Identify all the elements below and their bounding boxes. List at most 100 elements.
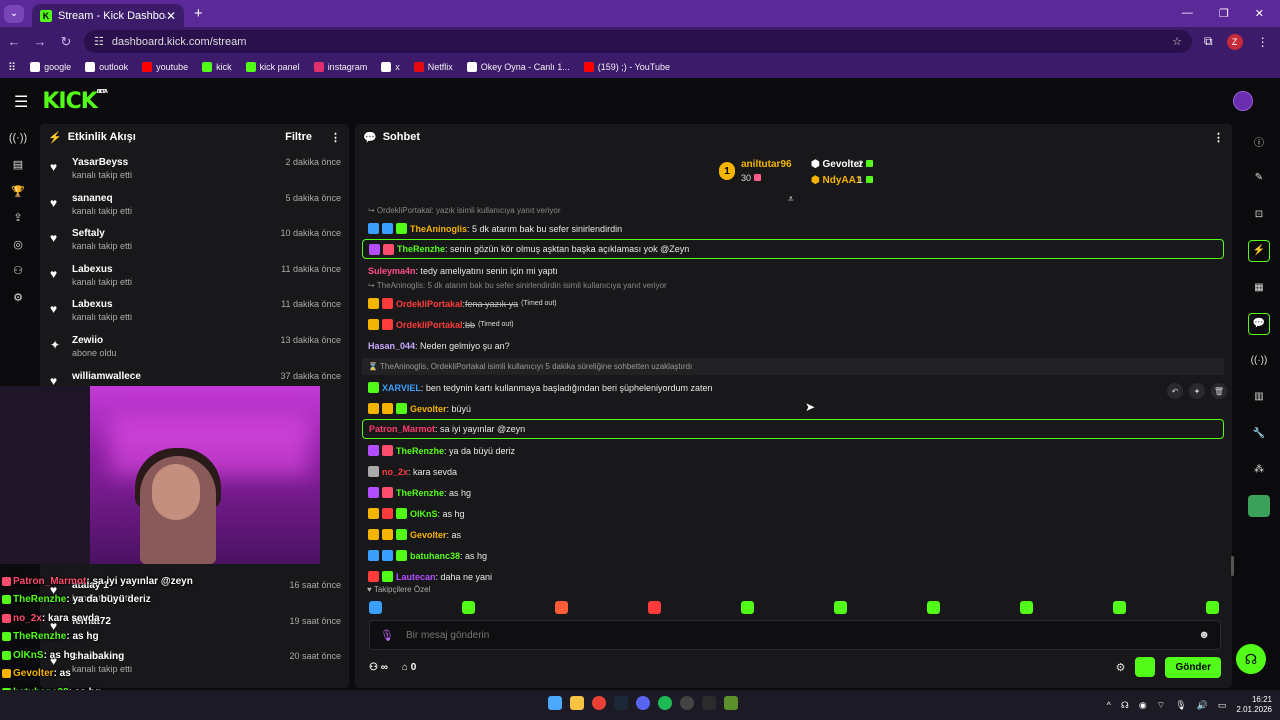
- chat-username[interactable]: Gevolter: [410, 530, 447, 540]
- chat-username[interactable]: TheRenzhe: [397, 244, 445, 254]
- leader-third-name[interactable]: ⬢ NdyAA1: [811, 175, 861, 186]
- file-explorer-icon[interactable]: [570, 696, 584, 710]
- emote-icon[interactable]: [927, 601, 940, 614]
- chat-username[interactable]: Suleyma4n: [368, 266, 416, 276]
- more-options-icon[interactable]: ⋮: [330, 131, 341, 144]
- bookmark-item[interactable]: Okey Oyna - Canlı 1...: [466, 62, 570, 72]
- community-icon[interactable]: ◎: [7, 233, 29, 255]
- url-field[interactable]: ☷ dashboard.kick.com/stream ☆: [84, 30, 1192, 53]
- browser-tab[interactable]: K Stream - Kick Dashboard ✕: [32, 4, 184, 27]
- chat-message[interactable]: Suleyma4n: tedy ameliyatını senin için m…: [362, 260, 1224, 281]
- activity-item[interactable]: ♥ Labexus kanalı takip etti 11 dakika önce: [40, 257, 349, 293]
- extensions-icon[interactable]: ⧉: [1204, 34, 1213, 49]
- chrome-icon[interactable]: [592, 696, 606, 710]
- share-icon[interactable]: ⁂: [1248, 459, 1270, 481]
- chat-message[interactable]: XARVIEL: ben tedynin kartı kullanmaya ba…: [362, 377, 1224, 398]
- chat-username[interactable]: OrdekliPortakal: [396, 320, 463, 330]
- user-avatar[interactable]: [1233, 91, 1253, 111]
- chat-username[interactable]: TheAninoglis: [410, 224, 467, 234]
- notes-icon[interactable]: ▦: [1248, 276, 1270, 298]
- epic-icon[interactable]: [702, 696, 716, 710]
- settings-gear-icon[interactable]: ⚙: [7, 287, 29, 309]
- bookmark-item[interactable]: outlook: [85, 62, 128, 72]
- analytics-icon[interactable]: ▤: [7, 154, 29, 176]
- chat-message[interactable]: OrdekliPortakal: fena yazık ya (Timed out…: [362, 293, 1224, 314]
- microphone-icon[interactable]: 🎙: [380, 629, 394, 642]
- spotify-icon[interactable]: [658, 696, 672, 710]
- activity-username[interactable]: sananeq: [72, 193, 132, 204]
- leader-first-name[interactable]: aniltutar96: [741, 159, 792, 170]
- headset-icon[interactable]: ☊: [1121, 700, 1129, 711]
- obs-icon[interactable]: [680, 696, 694, 710]
- chat-username[interactable]: Patron_Marmot: [369, 424, 435, 434]
- bookmark-item[interactable]: kick: [202, 62, 232, 72]
- chat-message[interactable]: Hasan_044: Neden gelmiyo şu an?: [362, 335, 1224, 356]
- collapse-leaderboard-icon[interactable]: ⩡: [788, 194, 794, 205]
- reload-icon[interactable]: ↻: [54, 34, 78, 50]
- kick-logo[interactable]: KICKBETA: [42, 89, 108, 114]
- activity-item[interactable]: ♥ sananeq kanalı takip etti 5 dakika önce: [40, 186, 349, 222]
- support-headset-button[interactable]: ☊: [1236, 644, 1266, 674]
- close-window-icon[interactable]: ✕: [1255, 7, 1264, 20]
- chat-username[interactable]: batuhanc38: [410, 551, 460, 561]
- pin-icon[interactable]: ✦: [1189, 383, 1205, 399]
- emote-icon[interactable]: [741, 601, 754, 614]
- tools-wrench-icon[interactable]: 🔧: [1248, 422, 1270, 444]
- bookmark-item[interactable]: kick panel: [245, 62, 300, 72]
- emote-icon[interactable]: [834, 601, 847, 614]
- chat-message[interactable]: Gevolter: büyü: [362, 398, 1224, 419]
- activity-item[interactable]: ♥ YasarBeyss kanalı takip etti 2 dakika önc…: [40, 150, 349, 186]
- tab-search-button[interactable]: ⌄: [4, 4, 24, 23]
- bookmark-item[interactable]: Netflix: [413, 62, 453, 72]
- broadcast-icon[interactable]: ((·)): [1248, 349, 1270, 371]
- bookmark-item[interactable]: x: [381, 62, 400, 72]
- wifi-icon[interactable]: ⌔: [1157, 700, 1165, 711]
- volume-icon[interactable]: 🔊: [1197, 700, 1208, 711]
- chat-scrollbar[interactable]: [1231, 556, 1234, 576]
- upload-icon[interactable]: ⇪: [7, 207, 29, 229]
- windows-start-icon[interactable]: [548, 696, 562, 710]
- chat-settings-icon[interactable]: ⚙: [1116, 661, 1126, 674]
- bookmark-item[interactable]: youtube: [142, 62, 188, 72]
- clock[interactable]: 16:21 2.01.2026: [1236, 695, 1272, 715]
- activity-item[interactable]: ♥ Seftaly kanalı takip etti 10 dakika önce: [40, 221, 349, 257]
- chat-username[interactable]: Lautecan: [396, 572, 436, 582]
- trophy-icon[interactable]: 🏆: [7, 180, 29, 202]
- chat-message[interactable]: TheRenzhe: ya da büyü deriz: [362, 440, 1224, 461]
- battery-icon[interactable]: ▭: [1218, 700, 1227, 711]
- emoji-picker-icon[interactable]: ☻: [1198, 629, 1210, 641]
- chat-username[interactable]: OlKnS: [410, 509, 438, 519]
- leader-second-name[interactable]: ⬢ Gevolter: [811, 159, 863, 170]
- close-tab-icon[interactable]: ✕: [166, 9, 176, 23]
- filter-button[interactable]: Filtre: [285, 131, 312, 143]
- emote-icon[interactable]: [1020, 601, 1033, 614]
- activity-username[interactable]: Seftaly: [72, 228, 132, 239]
- bookmark-item[interactable]: google: [30, 62, 71, 72]
- chat-username[interactable]: no_2x: [382, 467, 408, 477]
- emote-icon[interactable]: [648, 601, 661, 614]
- highlighted-chat-message[interactable]: TheRenzhe: senin gözün kör olmuş aşktan …: [362, 239, 1224, 259]
- restore-icon[interactable]: ❐: [1219, 7, 1229, 20]
- extension-app-icon[interactable]: [1248, 495, 1270, 517]
- chat-input-box[interactable]: 🎙 ☻: [369, 620, 1221, 650]
- emote-icon[interactable]: [1206, 601, 1219, 614]
- profile-avatar[interactable]: Z: [1226, 33, 1243, 50]
- apps-grid-icon[interactable]: ⠿: [8, 61, 16, 74]
- hamburger-menu-icon[interactable]: ☰: [14, 92, 28, 112]
- activity-item[interactable]: ♥ Labexus kanalı takip etti 11 dakika önce: [40, 292, 349, 328]
- activity-item[interactable]: ✦ Zewiio abone oldu 13 dakika önce: [40, 328, 349, 364]
- emote-icon[interactable]: [369, 601, 382, 614]
- chat-message[interactable]: OrdekliPortakal: bb (Timed out): [362, 314, 1224, 335]
- back-icon[interactable]: ←: [2, 34, 26, 49]
- highlighted-chat-message[interactable]: Patron_Marmot: sa iyi yayınlar @zeyn: [362, 419, 1224, 439]
- chat-username[interactable]: OrdekliPortakal: [396, 299, 463, 309]
- delete-icon[interactable]: 🗑: [1211, 383, 1227, 399]
- activity-username[interactable]: williamwallece: [72, 371, 141, 382]
- minecraft-icon[interactable]: [724, 696, 738, 710]
- activity-username[interactable]: Labexus: [72, 299, 132, 310]
- chat-message[interactable]: no_2x: kara sevda: [362, 461, 1224, 482]
- chat-username[interactable]: TheRenzhe: [396, 446, 444, 456]
- chat-message[interactable]: TheAninoglis: 5 dk atarım bak bu sefer s…: [362, 218, 1224, 239]
- chat-username[interactable]: Gevolter: [410, 404, 447, 414]
- site-info-icon[interactable]: ☷: [94, 35, 104, 48]
